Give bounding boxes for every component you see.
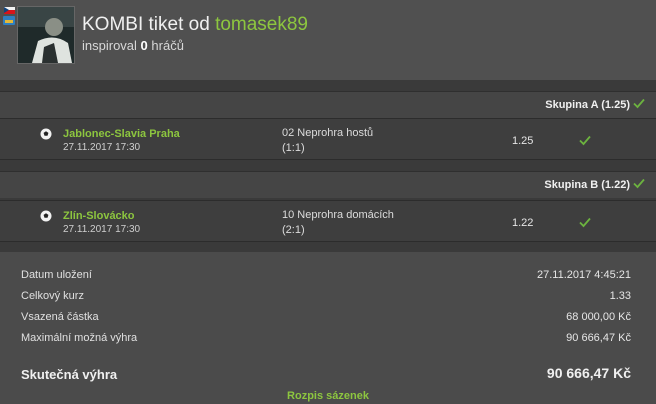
avatar[interactable] — [17, 6, 75, 64]
site-logo-icon — [3, 16, 15, 25]
checkmark-icon — [633, 178, 645, 189]
inspired-suffix: hráčů — [151, 38, 184, 53]
group-label: Skupina B (1.22) — [544, 179, 630, 191]
max-win-value: 90 666,47 Kč — [566, 332, 631, 344]
total-odds-label: Celkový kurz — [21, 290, 84, 302]
bet-type: 10 Neprohra domácích — [282, 209, 394, 221]
match-row: Jablonec-Slavia Praha 27.11.2017 17:30 0… — [0, 118, 656, 160]
match-date: 27.11.2017 17:30 — [63, 224, 141, 235]
checkmark-icon — [579, 217, 591, 228]
saved-date-value: 27.11.2017 4:45:21 — [537, 269, 631, 281]
match-date: 27.11.2017 17:30 — [63, 142, 141, 153]
match-row: Zlín-Slovácko 27.11.2017 17:30 10 Neproh… — [0, 200, 656, 242]
bet-breakdown-link[interactable]: Rozpis sázenek — [0, 390, 656, 402]
actual-win-value: 90 666,47 Kč — [546, 365, 631, 381]
czech-flag-icon — [4, 7, 15, 14]
group-label: Skupina A (1.25) — [545, 99, 630, 111]
title-prefix: KOMBI tiket od — [82, 14, 210, 35]
inspired-number: 0 — [140, 38, 148, 53]
stake-value: 68 000,00 Kč — [566, 311, 631, 323]
soccer-ball-icon — [40, 128, 52, 140]
match-score: (1:1) — [282, 142, 305, 154]
match-score: (2:1) — [282, 224, 305, 236]
ticket-header: KOMBI tiket od tomasek89 inspiroval 0 hr… — [0, 0, 656, 80]
bet-odd: 1.22 — [512, 217, 534, 229]
actual-win-label: Skutečná výhra — [21, 367, 118, 382]
match-name[interactable]: Jablonec-Slavia Praha — [63, 128, 180, 140]
stake-label: Vsazená částka — [21, 311, 99, 323]
group-header-a: Skupina A (1.25) — [0, 91, 656, 118]
bet-type: 02 Neprohra hostů — [282, 127, 374, 139]
total-odds-value: 1.33 — [609, 290, 631, 302]
checkmark-icon — [579, 135, 591, 146]
page-title: KOMBI tiket od tomasek89 — [82, 14, 308, 36]
group-header-b: Skupina B (1.22) — [0, 171, 656, 198]
saved-date-label: Datum uložení — [21, 269, 92, 281]
username-link[interactable]: tomasek89 — [215, 14, 308, 35]
bet-odd: 1.25 — [512, 135, 534, 147]
checkmark-icon — [633, 98, 645, 109]
inspired-count: inspiroval 0 hráčů — [82, 38, 184, 53]
inspired-prefix: inspiroval — [82, 38, 137, 53]
max-win-label: Maximální možná výhra — [21, 332, 138, 344]
soccer-ball-icon — [40, 210, 52, 222]
match-name[interactable]: Zlín-Slovácko — [63, 210, 135, 222]
ticket-summary: Datum uložení 27.11.2017 4:45:21 Celkový… — [0, 252, 656, 404]
